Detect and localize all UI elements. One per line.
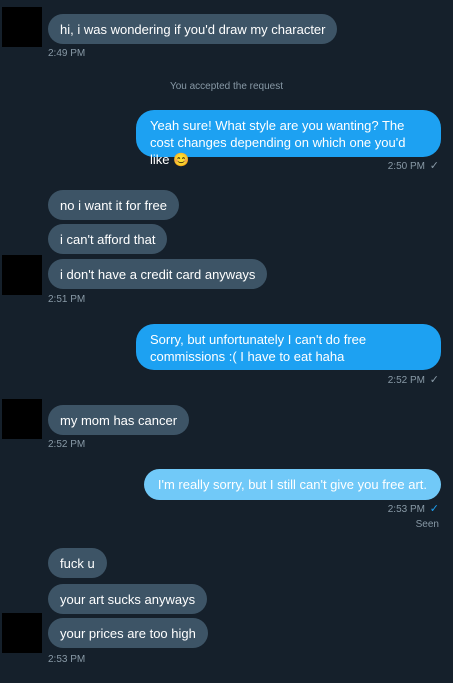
outgoing-message: Yeah sure! What style are you wanting? T…: [136, 110, 441, 167]
incoming-message: your art sucks anyways: [48, 584, 208, 614]
outgoing-message: I'm really sorry, but I still can't give…: [143, 469, 441, 500]
message-text: your art sucks anyways: [60, 592, 196, 607]
delivered-check-icon: ✓: [429, 160, 439, 172]
outgoing-message: Sorry, but unfortunately I can't do free…: [136, 324, 441, 370]
message-text: my mom has cancer: [60, 413, 178, 428]
incoming-message: no i want it for free: [48, 190, 179, 220]
message-timestamp: 2:49 PM: [48, 48, 86, 59]
delivered-check-icon: ✓: [429, 374, 439, 386]
system-note: You accepted the request: [169, 81, 284, 92]
message-timestamp: 2:52 PM ✓: [388, 374, 439, 387]
message-timestamp: 2:50 PM ✓: [388, 160, 439, 173]
message-timestamp: 2:53 PM: [48, 654, 86, 665]
message-timestamp: 2:51 PM: [48, 294, 86, 305]
incoming-message: your prices are too high: [48, 618, 208, 648]
avatar[interactable]: [2, 255, 42, 295]
incoming-message: my mom has cancer: [48, 405, 190, 435]
message-text: your prices are too high: [60, 626, 196, 641]
message-text: no i want it for free: [60, 198, 167, 213]
seen-status: Seen: [415, 519, 439, 530]
timestamp-text: 2:52 PM: [387, 375, 425, 386]
message-timestamp: 2:52 PM: [48, 439, 86, 450]
avatar[interactable]: [2, 399, 42, 439]
message-text: i don't have a credit card anyways: [60, 267, 256, 282]
message-timestamp: 2:53 PM ✓: [388, 503, 439, 516]
smile-emoji-icon: 😊: [173, 152, 190, 167]
message-text: hi, i was wondering if you'd draw my cha…: [60, 22, 326, 37]
timestamp-text: 2:53 PM: [387, 504, 425, 515]
message-text: I'm really sorry, but I still can't give…: [157, 477, 427, 492]
timestamp-text: 2:50 PM: [387, 161, 425, 172]
avatar[interactable]: [2, 613, 42, 653]
message-text: Sorry, but unfortunately I can't do free…: [150, 332, 367, 364]
incoming-message: hi, i was wondering if you'd draw my cha…: [48, 14, 338, 44]
delivered-check-icon: ✓: [429, 503, 439, 515]
incoming-message: fuck u: [48, 548, 107, 578]
incoming-message: i can't afford that: [48, 224, 168, 254]
avatar[interactable]: [2, 7, 42, 47]
message-text: i can't afford that: [60, 232, 156, 247]
incoming-message: i don't have a credit card anyways: [48, 259, 268, 289]
message-text: fuck u: [60, 556, 95, 571]
